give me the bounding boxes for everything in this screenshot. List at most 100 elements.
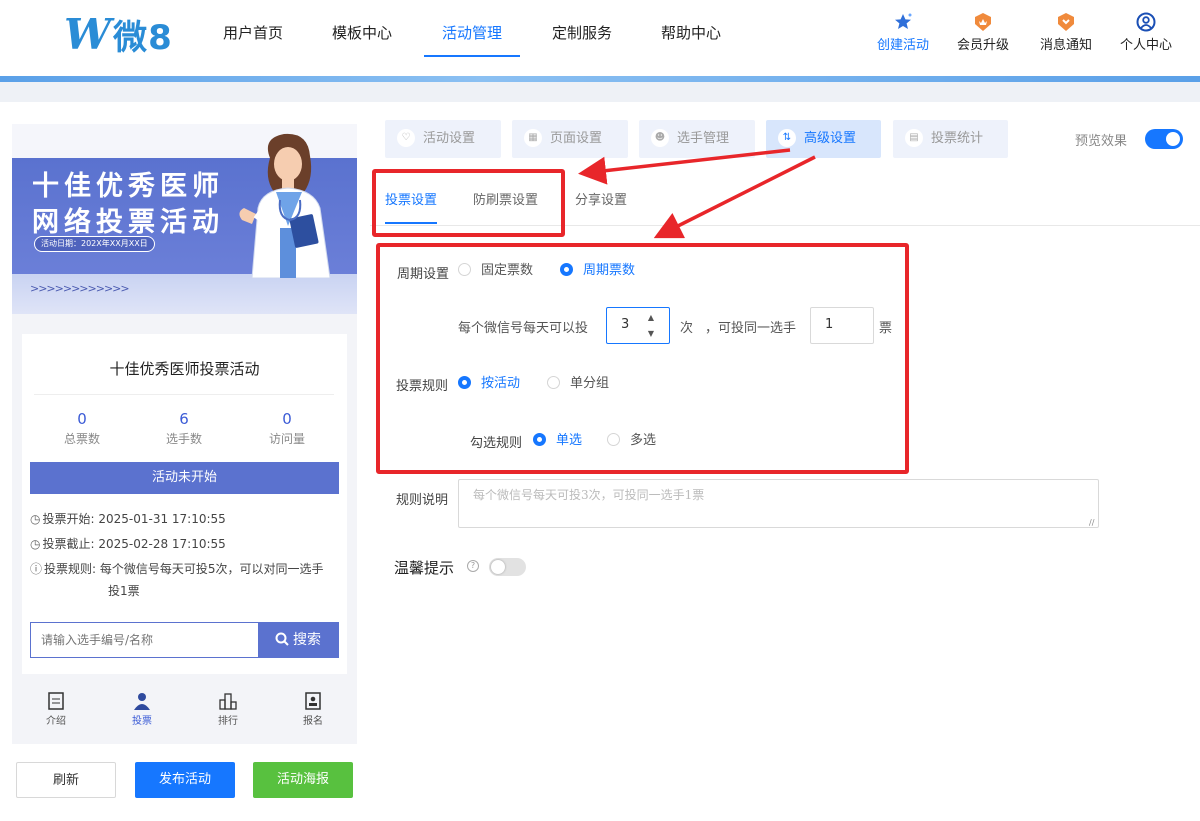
annotation-arrow (653, 155, 816, 239)
resize-grip-icon[interactable]: ∕∕ (1089, 518, 1094, 527)
nav-help-center[interactable]: 帮助中心 (661, 22, 721, 43)
tabbar-vote[interactable]: 投票 (112, 692, 172, 727)
search-icon (275, 632, 289, 646)
page-icon: ▦ (524, 128, 542, 147)
person-icon (134, 693, 150, 710)
tips-toggle[interactable] (489, 558, 526, 576)
search-button-label: 搜索 (293, 632, 321, 648)
person-icon: ☻ (651, 128, 669, 147)
nav-activity-management[interactable]: 活动管理 (442, 22, 502, 43)
vote-start-value: 2025-01-31 17:10:55 (98, 512, 226, 526)
stat-visits: 0 访问量 (237, 410, 337, 447)
mobile-preview: 十佳优秀医师 网络投票活动 活动日期：202X年XX月XX日 >>>>>>>>>… (12, 124, 357, 744)
banner-arrows: >>>>>>>>>>>> (30, 282, 130, 295)
top-navigation: W 微8 用户首页 模板中心 活动管理 定制服务 帮助中心 创建活动 会员升级 … (0, 0, 1200, 76)
subtab-share-settings[interactable]: 分享设置 (575, 189, 627, 208)
vote-rule-row: 投票规则: 每个微信号每天可投5次，可以对同一选手 (30, 558, 324, 580)
tabbar-signup[interactable]: 报名 (283, 692, 343, 727)
tips-label: 温馨提示 (394, 559, 455, 577)
vote-start-row: 投票开始: 2025-01-31 17:10:55 (30, 508, 226, 530)
tabbar-label: 排行 (218, 716, 238, 727)
bell-badge-icon (1058, 13, 1074, 31)
user-circle-icon (1136, 12, 1156, 32)
refresh-button[interactable]: 刷新 (16, 762, 116, 798)
activity-status-button[interactable]: 活动未开始 (30, 462, 339, 494)
stat-label: 总票数 (63, 432, 100, 446)
player-search: 搜索 (30, 622, 339, 658)
tabbar-label: 投票 (132, 716, 152, 727)
id-card-icon (305, 692, 321, 710)
document-icon (48, 692, 64, 710)
activity-poster-button[interactable]: 活动海报 (253, 762, 353, 798)
publish-activity-button[interactable]: 发布活动 (135, 762, 235, 798)
step-tab-label: 投票统计 (931, 131, 984, 146)
vote-rule-value: 每个微信号每天可投5次，可以对同一选手 (99, 562, 324, 576)
nav-templates[interactable]: 模板中心 (332, 22, 392, 43)
stat-value: 6 (179, 410, 189, 428)
rule-description-textarea[interactable]: 每个微信号每天可投3次，可投同一选手1票 (458, 479, 1099, 528)
step-tab-page-settings[interactable]: ▦ 页面设置 (512, 120, 628, 158)
vote-end-value: 2025-02-28 17:10:55 (98, 537, 226, 551)
search-button[interactable]: 搜索 (258, 623, 338, 657)
member-upgrade-label: 会员升级 (956, 38, 1009, 53)
crown-badge-icon (975, 13, 991, 31)
notifications-button[interactable]: 消息通知 (1031, 12, 1101, 53)
banner-title-line1: 十佳优秀医师 (32, 171, 224, 202)
step-tab-vote-statistics[interactable]: ▤ 投票统计 (893, 120, 1008, 158)
vote-start-label: 投票开始: (30, 512, 95, 526)
step-tab-label: 页面设置 (550, 131, 603, 146)
step-tab-label: 活动设置 (423, 131, 476, 146)
heart-icon: ♡ (397, 128, 415, 147)
stat-label: 选手数 (165, 432, 202, 446)
banner-date: 活动日期：202X年XX月XX日 (34, 236, 155, 252)
header-subband (0, 82, 1200, 102)
vote-rule-label: 投票规则: (30, 562, 96, 576)
doctor-illustration (239, 133, 331, 278)
preview-effect-toggle[interactable] (1145, 129, 1183, 149)
activity-title: 十佳优秀医师投票活动 (109, 360, 260, 378)
bar-chart-icon (219, 693, 237, 710)
stat-total-votes: 0 总票数 (32, 410, 132, 447)
annotation-box-subtabs (372, 169, 565, 237)
logo-text: 微8 (113, 17, 173, 58)
logo[interactable]: W 微8 (64, 9, 173, 59)
member-upgrade-button[interactable]: 会员升级 (948, 12, 1018, 53)
step-tab-advanced-settings[interactable]: ⇅ 高级设置 (766, 120, 881, 158)
stat-value: 0 (77, 410, 87, 428)
activity-card: 十佳优秀医师投票活动 0 总票数 6 选手数 0 访问量 活动未开始 投票开始:… (22, 334, 347, 674)
tabbar-label: 报名 (303, 716, 323, 727)
vote-end-row: 投票截止: 2025-02-28 17:10:55 (30, 533, 226, 555)
nav-custom-service[interactable]: 定制服务 (552, 22, 612, 43)
tabbar-intro[interactable]: 介绍 (26, 692, 86, 727)
active-nav-indicator (424, 55, 520, 57)
stat-players: 6 选手数 (134, 410, 234, 447)
step-tab-label: 选手管理 (677, 131, 730, 146)
vote-end-label: 投票截止: (30, 537, 95, 551)
help-icon[interactable]: ? (467, 560, 479, 572)
profile-label: 个人中心 (1119, 38, 1172, 53)
divider (34, 394, 334, 395)
search-input[interactable] (31, 623, 259, 657)
step-tab-activity-settings[interactable]: ♡ 活动设置 (385, 120, 501, 158)
profile-button[interactable]: 个人中心 (1111, 12, 1181, 53)
rule-description-label: 规则说明 (396, 493, 449, 508)
activity-banner: 十佳优秀医师 网络投票活动 活动日期：202X年XX月XX日 >>>>>>>>>… (12, 124, 357, 314)
step-tab-label: 高级设置 (804, 131, 857, 146)
create-activity-label: 创建活动 (876, 38, 929, 53)
chart-icon: ▤ (905, 128, 923, 147)
notifications-label: 消息通知 (1039, 38, 1092, 53)
stat-label: 访问量 (268, 432, 305, 446)
logo-mark: W (64, 9, 111, 59)
star-sparkle-icon (895, 13, 912, 29)
tabbar-label: 介绍 (46, 716, 66, 727)
banner-title-line2: 网络投票活动 (32, 207, 224, 238)
stat-value: 0 (282, 410, 292, 428)
preview-effect-label: 预览效果 (1075, 134, 1128, 149)
create-activity-button[interactable]: 创建活动 (868, 12, 938, 53)
nav-home[interactable]: 用户首页 (223, 22, 283, 43)
vote-rule-value-line2: 投1票 (108, 584, 140, 598)
sliders-icon: ⇅ (778, 128, 796, 147)
step-tab-player-management[interactable]: ☻ 选手管理 (639, 120, 755, 158)
tabbar-ranking[interactable]: 排行 (198, 692, 258, 727)
annotation-box-form (376, 243, 909, 474)
